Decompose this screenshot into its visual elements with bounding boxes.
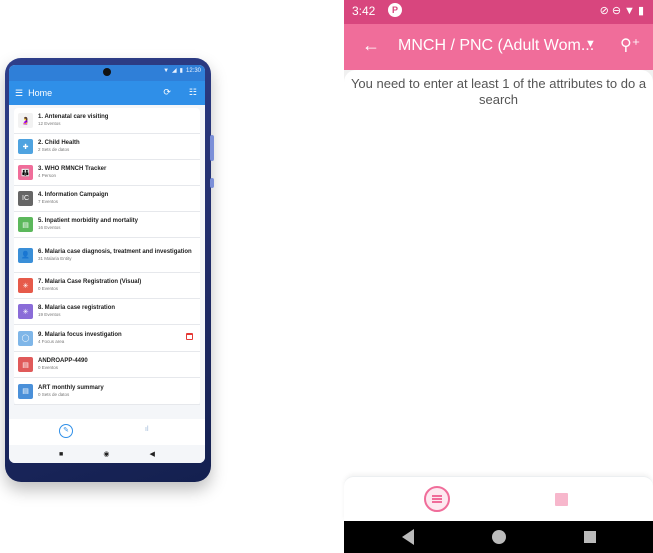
program-item-text: 1. Antenatal care visiting 12 Eventos [38, 114, 108, 127]
analytics-tab-icon[interactable]: ıl [145, 426, 149, 433]
chevron-down-icon[interactable]: ▼ [585, 38, 596, 50]
home-icon[interactable]: ◉ [103, 450, 109, 458]
program-item-title: 8. Malaria case registration [38, 305, 116, 311]
search-message: You need to enter at least 1 of the attr… [350, 76, 647, 107]
app-bar: ← MNCH / PNC (Adult Wom... ▼ ⚲⁺ [344, 24, 653, 70]
program-item[interactable]: ◯ 9. Malaria focus investigation 4 Focus a… [14, 325, 200, 352]
program-item-text: 8. Malaria case registration 19 Eventos [38, 305, 115, 318]
list-view-button[interactable] [424, 486, 450, 512]
program-item-text: ANDROAPP-4490 0 Eventos [38, 358, 88, 371]
status-icons: ⊘⊖▼▮ [599, 5, 647, 17]
search-add-icon[interactable]: ⚲⁺ [620, 35, 640, 55]
mockup-screen: ▼ ◢ ▮ 12:30 ☰ Home ⟳ ☷ 🤰 1. Antenatal car… [9, 65, 205, 463]
hospital-icon: ▤ [18, 217, 33, 232]
content-area: You need to enter at least 1 of the attr… [344, 70, 653, 476]
bottom-bar [344, 476, 653, 521]
program-item-subtitle: 0 Sets de datos [38, 391, 70, 397]
program-item-text: 4. Information Campaign 7 Eventos [38, 192, 108, 205]
program-item-title: 3. WHO RMNCH Tracker [38, 166, 107, 172]
filter-icon[interactable]: ☷ [189, 87, 197, 98]
program-item-text: 5. Inpatient morbidity and mortality 16 E… [38, 218, 138, 231]
program-item[interactable]: ✳ 7. Malaria Case Registration (Visual) 0 … [14, 273, 200, 299]
program-item-text: 3. WHO RMNCH Tracker 4 Person [38, 166, 106, 179]
back-arrow-icon[interactable]: ← [362, 35, 380, 56]
mockup-nav-bar: ■ ◉ ◀ [9, 445, 205, 463]
focus-area-icon: ◯ [18, 330, 33, 346]
search-card: You need to enter at least 1 of the attr… [344, 70, 653, 476]
document-icon: ▤ [18, 357, 33, 372]
phone-power-button [210, 178, 214, 188]
recent-apps-icon[interactable]: ■ [59, 451, 63, 458]
program-item-subtitle: 2 Sets de datos [38, 147, 70, 152]
program-item-text: 7. Malaria Case Registration (Visual) 0 E… [38, 279, 141, 292]
program-item-title: 1. Antenatal care visiting [38, 114, 109, 120]
program-item-title: 4. Information Campaign [38, 192, 109, 198]
mockup-bottom-bar: ✎ ıl [9, 419, 205, 445]
program-item-title: 7. Malaria Case Registration (Visual) [38, 279, 142, 285]
program-item-title: 2. Child Health [38, 140, 80, 146]
ic-logo-icon: IC [18, 191, 33, 206]
sync-icon[interactable]: ⟳ [163, 87, 171, 98]
program-item-subtitle: 0 Eventos [38, 286, 59, 291]
document-icon: ▤ [18, 383, 33, 399]
notification-icon: P [388, 3, 402, 17]
program-item-text: 6. Malaria case diagnosis, treatment and… [38, 249, 192, 262]
program-item[interactable]: IC 4. Information Campaign 7 Eventos [14, 186, 200, 212]
program-item[interactable]: ▤ ART monthly summary 0 Sets de datos [14, 378, 200, 405]
program-item-subtitle: 0 Eventos [38, 365, 59, 370]
program-list: 🤰 1. Antenatal care visiting 12 Eventos ✚ 2.… [14, 108, 200, 405]
android-nav-bar [344, 521, 653, 553]
program-item-title: 5. Inpatient morbidity and mortality [38, 218, 139, 224]
calendar-icon[interactable] [186, 333, 193, 340]
mosquito-icon: ✳ [18, 304, 33, 319]
status-time: 3:42 [352, 4, 376, 18]
program-item[interactable]: 🤰 1. Antenatal care visiting 12 Eventos [14, 108, 200, 134]
pregnant-woman-icon: 🤰 [18, 113, 33, 128]
nav-home-icon[interactable] [492, 530, 506, 544]
program-item-subtitle: 31 Malaria Entity [38, 255, 72, 261]
program-item[interactable]: ▤ ANDROAPP-4490 0 Eventos [14, 352, 200, 378]
program-selector[interactable]: MNCH / PNC (Adult Wom... [398, 37, 594, 55]
program-item-subtitle: 16 Eventos [38, 225, 61, 230]
family-icon: 👪 [18, 165, 33, 180]
program-item-subtitle: 4 Focus area [38, 338, 65, 344]
mosquito-icon: ✳ [18, 278, 33, 293]
mockup-title: Home [28, 88, 53, 98]
program-item-text: 2. Child Health 2 Sets de datos [38, 140, 80, 153]
programs-tab-icon[interactable]: ✎ [59, 424, 73, 438]
program-item[interactable]: 👤 6. Malaria case diagnosis, treatment an… [14, 238, 200, 273]
back-icon[interactable]: ◀ [150, 450, 155, 458]
mockup-app-bar: ☰ Home ⟳ ☷ [9, 81, 205, 105]
program-item-title: ANDROAPP-4490 [38, 358, 88, 364]
nav-back-icon[interactable] [402, 529, 414, 545]
program-item-subtitle: 19 Eventos [38, 312, 61, 317]
mockup-status-time: 12:30 [185, 67, 201, 74]
list-icon [432, 495, 442, 503]
wifi-icon: ▼ [163, 67, 170, 74]
program-item-subtitle: 4 Person [38, 173, 57, 178]
child-health-icon: ✚ [18, 139, 33, 154]
phone-volume-button [210, 135, 214, 161]
nav-recent-icon[interactable] [584, 531, 596, 543]
program-item-text: ART monthly summary 0 Sets de datos [38, 385, 104, 398]
page: ▼ ◢ ▮ 12:30 ☰ Home ⟳ ☷ 🤰 1. Antenatal car… [0, 0, 653, 553]
program-item-text: 9. Malaria focus investigation 4 Focus ar… [38, 332, 122, 345]
program-item-subtitle: 12 Eventos [38, 121, 61, 126]
menu-icon[interactable]: ☰ [15, 88, 23, 99]
status-bar: 3:42 P ⊘⊖▼▮ [344, 0, 653, 24]
program-item[interactable]: ▤ 5. Inpatient morbidity and mortality 16 … [14, 212, 200, 238]
camera-icon [103, 68, 111, 76]
signal-icon: ◢ [172, 68, 177, 74]
map-icon[interactable] [555, 493, 568, 506]
program-item-title: 9. Malaria focus investigation [38, 331, 122, 338]
battery-icon: ▮ [179, 68, 183, 74]
program-item[interactable]: ✳ 8. Malaria case registration 19 Eventos [14, 299, 200, 325]
mockup-status-bar: ▼ ◢ ▮ 12:30 [9, 65, 205, 81]
program-item[interactable]: 👪 3. WHO RMNCH Tracker 4 Person [14, 160, 200, 186]
program-item-title: ART monthly summary [38, 384, 104, 391]
person-icon: 👤 [18, 247, 33, 263]
program-item-subtitle: 7 Eventos [38, 199, 59, 204]
program-item-title: 6. Malaria case diagnosis, treatment and… [38, 248, 192, 255]
program-item[interactable]: ✚ 2. Child Health 2 Sets de datos [14, 134, 200, 160]
